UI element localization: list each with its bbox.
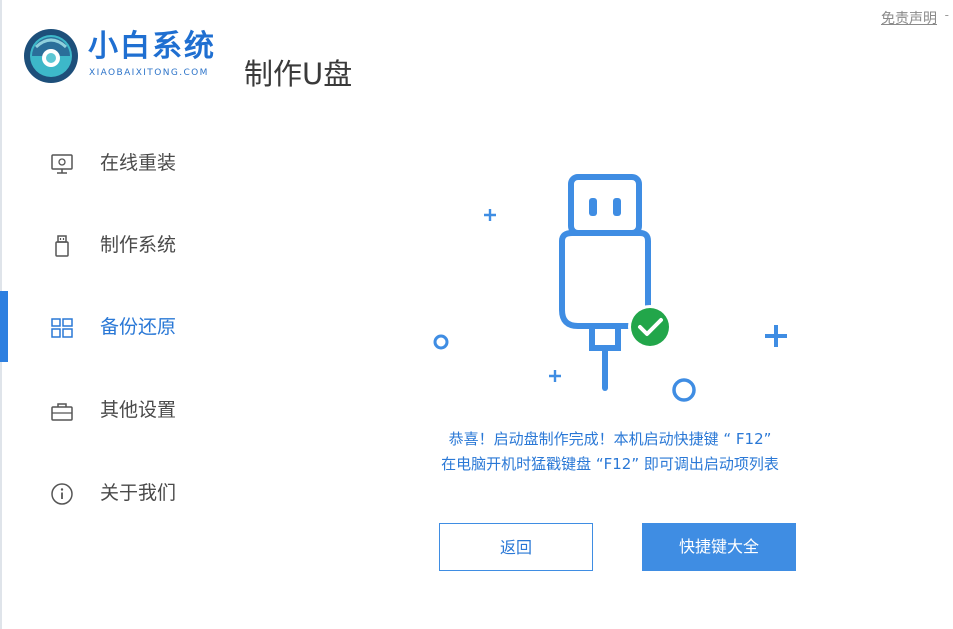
grid-icon	[51, 318, 73, 338]
success-message-line2: 在电脑开机时猛戳键盘 “F12” 即可调出启动项列表	[441, 455, 779, 473]
app-window: 小白系统 XIAOBAIXITONG.COM 制作U盘 免责声明 - 在线重装 …	[0, 0, 953, 629]
sidebar-item-other-settings[interactable]: 其他设置	[0, 385, 240, 435]
sidebar-item-backup-restore[interactable]: 备份还原	[0, 302, 240, 352]
minimize-button[interactable]: -	[945, 8, 949, 22]
sidebar-item-label: 其他设置	[100, 399, 177, 421]
back-button[interactable]: 返回	[439, 523, 593, 571]
info-icon	[51, 483, 73, 505]
page-title: 制作U盘	[244, 57, 353, 91]
monitor-icon	[51, 154, 73, 174]
sidebar-item-about-us[interactable]: 关于我们	[0, 468, 240, 518]
brand-subtitle: XIAOBAIXITONG.COM	[89, 68, 209, 78]
success-message-line1: 恭喜！启动盘制作完成！本机启动快捷键 “ F12”	[448, 430, 772, 448]
sidebar-item-label: 关于我们	[100, 482, 177, 504]
logo-icon	[24, 29, 78, 83]
shortcut-keys-button[interactable]: 快捷键大全	[642, 523, 796, 571]
sidebar-item-label: 制作系统	[100, 234, 177, 256]
usb-success-icon	[433, 174, 787, 402]
usb-drive-icon	[55, 235, 69, 257]
sidebar-item-label: 在线重装	[100, 152, 177, 174]
sidebar-item-label: 备份还原	[100, 316, 177, 338]
brand-name: 小白系统	[88, 29, 216, 64]
toolbox-icon	[51, 403, 73, 421]
sidebar-item-make-system[interactable]: 制作系统	[0, 220, 240, 270]
sidebar-item-online-reinstall[interactable]: 在线重装	[0, 138, 240, 188]
disclaimer-link[interactable]: 免责声明	[881, 8, 937, 28]
